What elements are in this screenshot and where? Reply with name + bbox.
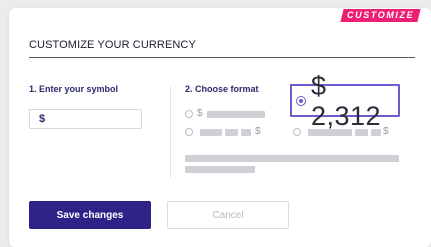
- placeholder-bar: [206, 110, 265, 118]
- radio-button-selected[interactable]: [296, 95, 306, 106]
- placeholder-bar: [241, 128, 251, 136]
- symbol-step-label: 1. Enter your symbol: [29, 84, 119, 94]
- radio-button[interactable]: [185, 128, 193, 136]
- title-divider: [29, 57, 415, 58]
- selected-format-option[interactable]: $ 2,312: [290, 71, 400, 131]
- customize-tag: CUSTOMIZE: [340, 9, 421, 22]
- cancel-button[interactable]: Cancel: [167, 201, 289, 229]
- currency-preview-value: $ 2,312: [311, 70, 382, 131]
- option-symbol: $: [197, 108, 203, 119]
- format-option-suffix[interactable]: $: [185, 127, 265, 137]
- page-title: CUSTOMIZE YOUR CURRENCY: [29, 39, 196, 51]
- placeholder-bar: [185, 155, 399, 162]
- placeholder-bar: [185, 166, 255, 173]
- placeholder-bar: [200, 128, 222, 136]
- radio-button[interactable]: [185, 110, 193, 118]
- format-option-prefix[interactable]: $: [185, 109, 265, 119]
- placeholder-bar: [225, 128, 238, 136]
- symbol-input[interactable]: [29, 109, 142, 129]
- radio-button[interactable]: [293, 128, 301, 136]
- customize-tag-label: CUSTOMIZE: [346, 10, 415, 20]
- save-button[interactable]: Save changes: [29, 201, 151, 229]
- format-step-label: 2. Choose format: [185, 84, 259, 94]
- vertical-divider: [170, 86, 171, 178]
- option-symbol: $: [255, 126, 261, 137]
